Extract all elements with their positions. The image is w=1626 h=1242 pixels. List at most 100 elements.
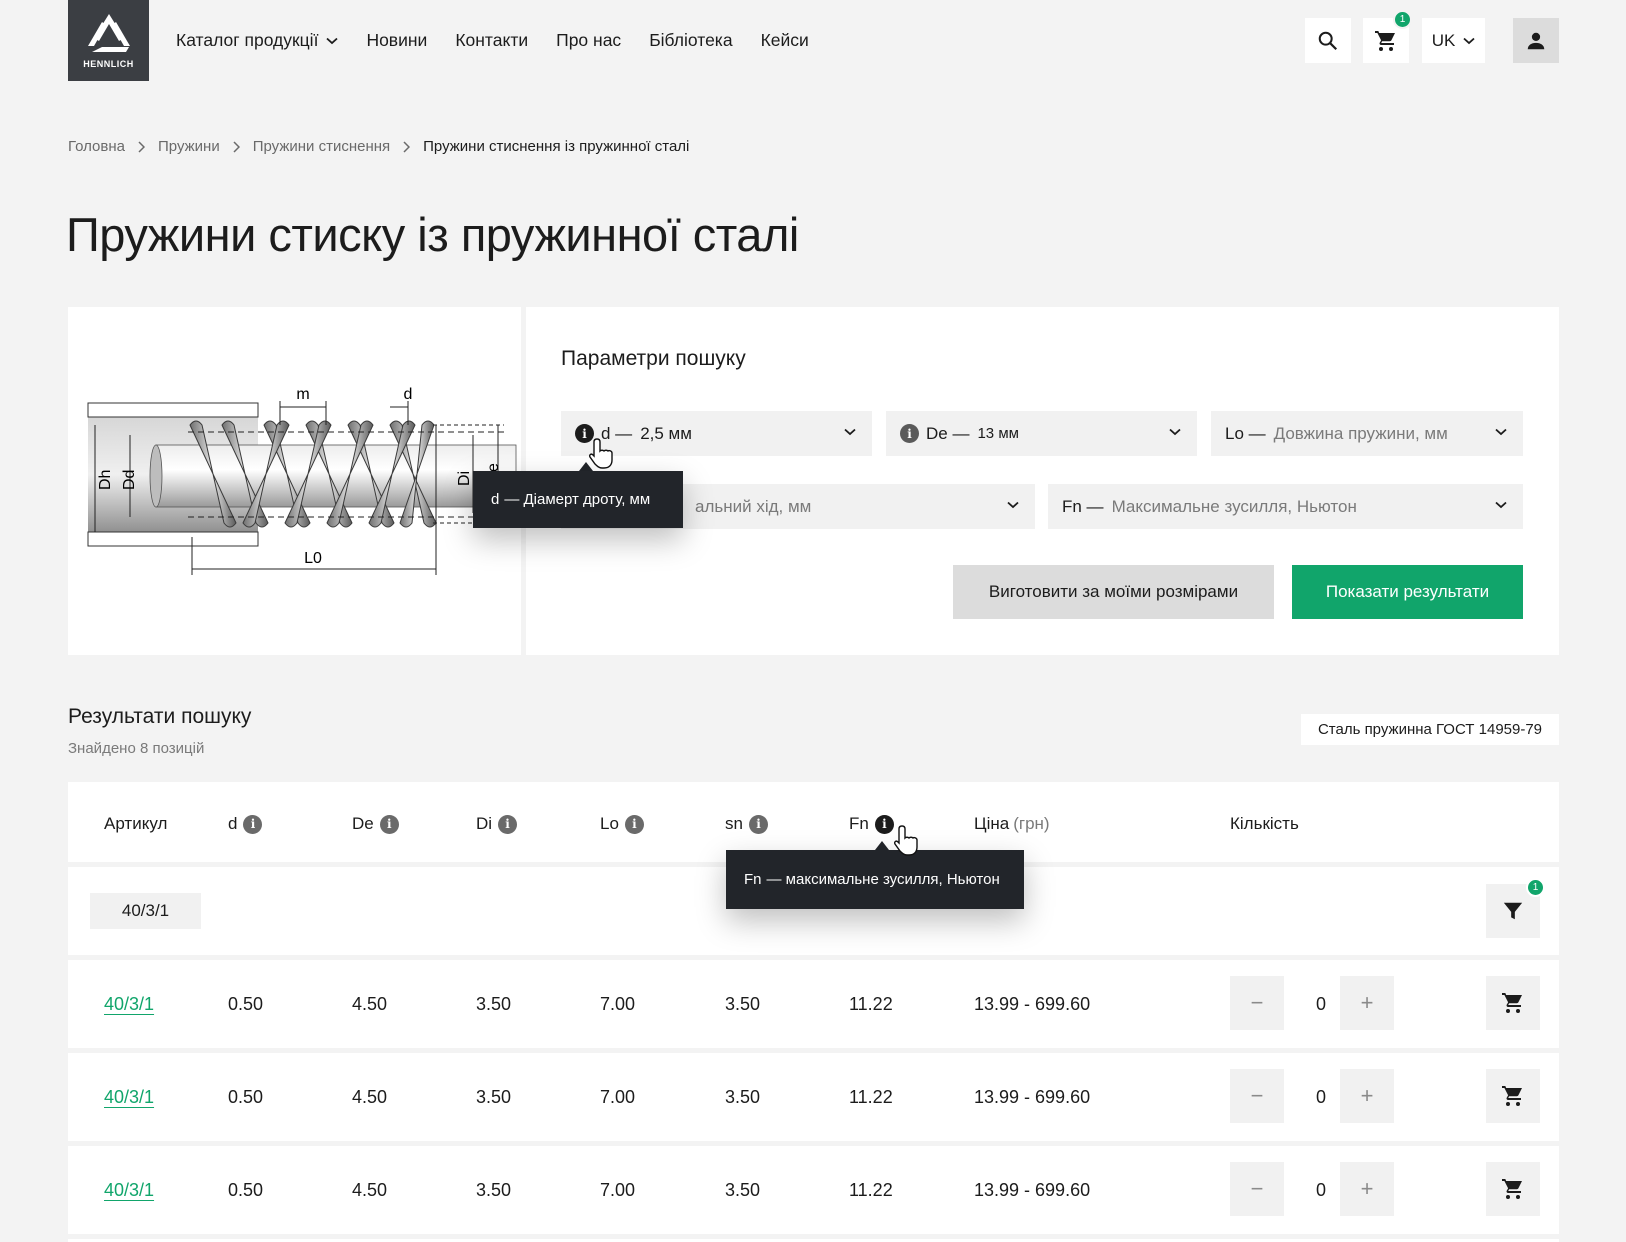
col-article-label: Артикул [104,814,168,833]
search-icon [1318,31,1338,50]
nav-about[interactable]: Про нас [556,30,621,51]
nav-cases[interactable]: Кейси [761,30,809,51]
cell-d: 0.50 [228,1180,264,1200]
cart-icon [1502,993,1522,1013]
col-lo: Lo i [600,814,644,834]
filter-icon [1503,902,1523,920]
decrease-quantity-button[interactable]: − [1230,1069,1284,1123]
nav-news[interactable]: Новини [366,30,427,51]
col-quantity-label: Кількість [1230,814,1299,833]
spring-diagram-panel: m d L0 Dh Dd Di e [68,307,521,655]
article-link[interactable]: 40/3/1 [104,1180,154,1201]
diagram-label-d: d [404,386,413,403]
quantity-value[interactable]: 0 [1306,994,1336,1015]
col-fn-label: Fn [849,814,869,833]
article-link[interactable]: 40/3/1 [104,1087,154,1108]
logo[interactable]: HENNLICH [68,0,149,81]
cart-count-badge: 1 [1393,10,1412,29]
cell-price: 13.99 - 699.60 [974,1087,1091,1107]
diagram-label-di: Di [456,471,473,486]
add-to-cart-button[interactable] [1486,976,1540,1030]
col-sn: sn i [725,814,768,834]
results-count: Знайдено 8 позицій [68,740,205,757]
pointer-hand-icon [894,825,918,856]
show-results-button[interactable]: Показати результати [1292,565,1523,619]
table-row: 40/3/1 0.50 4.50 3.50 7.00 3.50 11.22 13… [68,1053,1559,1141]
chevron-down-icon [1463,37,1475,44]
param-fn-placeholder: Максимальне зусилля, Ньютон [1111,496,1357,516]
cell-sn: 3.50 [725,994,761,1014]
tooltip-text: — Діамерт дроту, мм [504,491,651,508]
cell-fn: 11.22 [849,994,893,1014]
increase-quantity-button[interactable]: + [1340,1162,1394,1216]
breadcrumb-current: Пружини стиснення із пружинної сталі [423,138,690,155]
plus-icon: + [1360,1176,1374,1201]
cell-di: 3.50 [476,1087,512,1107]
diagram-label-dh: Dh [97,470,114,490]
user-account-button[interactable] [1513,18,1559,63]
quantity-value[interactable]: 0 [1306,1180,1336,1201]
info-icon[interactable]: i [624,814,644,834]
decrease-quantity-button[interactable]: − [1230,976,1284,1030]
cell-lo: 7.00 [600,1087,636,1107]
diagram-label-l0: L0 [304,550,322,567]
info-icon[interactable]: i [379,814,399,834]
breadcrumb-compression-springs[interactable]: Пружини стиснення [253,138,390,155]
param-sn-placeholder: альний хід, мм [695,496,812,516]
col-price: Ціна (грн) [974,814,1050,834]
main-nav: Каталог продукції Новини Контакти Про на… [176,30,809,51]
info-icon[interactable]: i [498,814,518,834]
chevron-right-icon [138,140,145,153]
chevron-down-icon [844,428,856,436]
col-fn: Fn i [849,814,894,834]
filter-button[interactable]: 1 [1486,878,1545,938]
diagram-label-m: m [296,386,309,403]
decrease-quantity-button[interactable]: − [1230,1162,1284,1216]
param-de-label: De — [926,423,970,443]
info-icon[interactable]: i [748,814,768,834]
chevron-down-icon [326,37,339,44]
minus-icon: − [1250,1176,1264,1201]
breadcrumb-springs[interactable]: Пружини [158,138,220,155]
col-di-label: Di [476,814,493,833]
cell-d: 0.50 [228,994,264,1014]
custom-size-button[interactable]: Виготовити за моїми розмірами [953,565,1274,619]
col-d: di [228,814,263,834]
param-fn-select[interactable]: Fn — Максимальне зусилля, Ньютон [1048,484,1523,529]
search-button[interactable] [1305,18,1351,63]
pointer-hand-icon [589,438,613,469]
param-d-value: 2,5 мм [640,423,692,443]
plus-icon: + [1360,990,1374,1015]
info-icon[interactable]: i [874,814,894,834]
breadcrumb-home[interactable]: Головна [68,138,125,155]
logo-mark-icon [87,14,130,52]
nav-catalog[interactable]: Каталог продукції [176,30,339,51]
param-lo-select[interactable]: Lo — Довжина пружини, мм [1211,411,1523,456]
param-de-select[interactable]: i De — 13 мм [886,411,1197,456]
article-link[interactable]: 40/3/1 [104,994,154,1015]
info-icon[interactable]: i [243,814,263,834]
cell-de: 4.50 [352,1180,388,1200]
quantity-value[interactable]: 0 [1306,1087,1336,1108]
add-to-cart-button[interactable] [1486,1069,1540,1123]
tooltip-key: d [491,491,500,508]
col-price-label: Ціна [974,814,1010,833]
col-de: De i [352,814,399,834]
col-quantity: Кількість [1230,814,1299,834]
nav-contacts[interactable]: Контакти [455,30,528,51]
col-fn-tooltip: Fn — максимальне зусилля, Ньютон [726,850,1024,909]
info-icon[interactable]: i [900,424,919,443]
increase-quantity-button[interactable]: + [1340,976,1394,1030]
add-to-cart-button[interactable] [1486,1162,1540,1216]
filter-chip[interactable]: 40/3/1 [90,893,201,929]
language-label: UK [1431,30,1456,50]
chevron-down-icon [1007,501,1019,509]
diagram-label-dd: Dd [121,470,138,490]
language-select[interactable]: UK [1422,18,1485,63]
cart-button[interactable]: 1 [1363,10,1412,63]
search-parameters-title: Параметри пошуку [561,347,746,370]
increase-quantity-button[interactable]: + [1340,1069,1394,1123]
nav-library[interactable]: Бібліотека [649,30,732,51]
cell-de: 4.50 [352,994,388,1014]
cart-icon [1502,1086,1522,1106]
